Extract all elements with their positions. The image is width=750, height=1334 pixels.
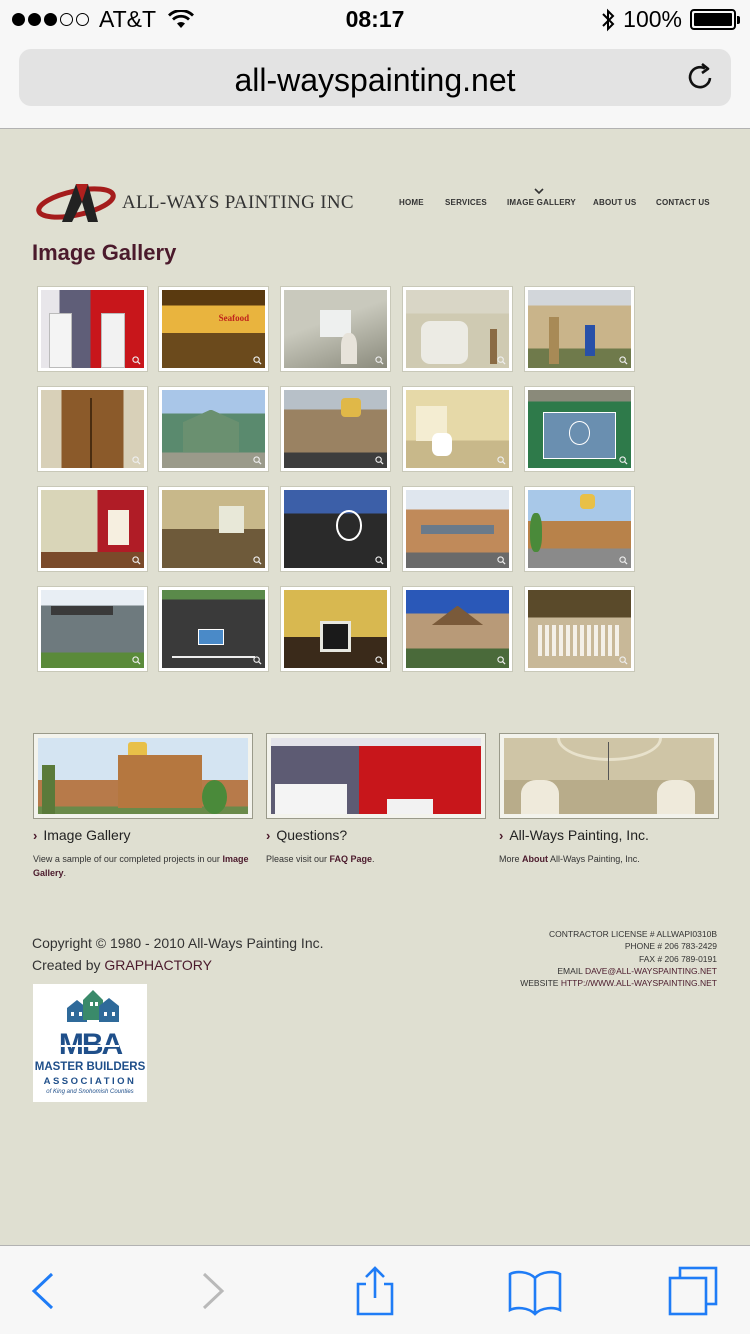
chevron-right-icon: › bbox=[266, 827, 271, 843]
feature-about[interactable]: › All-Ways Painting, Inc. More About All-… bbox=[499, 733, 719, 866]
zoom-icon bbox=[253, 656, 262, 665]
nav-home[interactable]: HOME bbox=[399, 198, 424, 207]
gallery-thumbnail[interactable] bbox=[38, 287, 147, 371]
zoom-icon bbox=[497, 456, 506, 465]
status-right: 100% bbox=[601, 6, 740, 33]
page-title: Image Gallery bbox=[32, 240, 177, 265]
zoom-icon bbox=[375, 356, 384, 365]
phone-text: PHONE # 206 783-2429 bbox=[624, 941, 717, 952]
feature-title: Questions? bbox=[276, 827, 348, 843]
svg-text:MBA: MBA bbox=[59, 1028, 123, 1061]
gallery-thumbnail[interactable] bbox=[403, 487, 512, 571]
browser-toolbar bbox=[0, 1245, 750, 1334]
feature-title: Image Gallery bbox=[43, 827, 131, 843]
feature-description: Please visit our FAQ Page. bbox=[266, 854, 375, 864]
nav-image-gallery[interactable]: IMAGE GALLERY bbox=[507, 198, 576, 207]
zoom-icon bbox=[253, 556, 262, 565]
gallery-thumbnail[interactable] bbox=[281, 587, 390, 671]
battery-icon bbox=[690, 9, 740, 30]
zoom-icon bbox=[132, 656, 141, 665]
zoom-icon bbox=[497, 556, 506, 565]
feature-description: View a sample of our completed projects … bbox=[33, 854, 249, 878]
contact-info: CONTRACTOR LICENSE # ALLWAPI0310B PHONE … bbox=[397, 928, 717, 989]
feature-title: All-Ways Painting, Inc. bbox=[509, 827, 649, 843]
gallery-thumbnail[interactable] bbox=[281, 487, 390, 571]
created-by-label: Created by bbox=[32, 957, 105, 973]
badge-line3: of King and Snohomish Counties bbox=[46, 1089, 134, 1095]
zoom-icon bbox=[253, 456, 262, 465]
zoom-icon bbox=[375, 656, 384, 665]
reload-icon[interactable] bbox=[685, 61, 717, 93]
gallery-thumbnail[interactable] bbox=[159, 487, 268, 571]
badge-line1: MASTER BUILDERS bbox=[34, 1061, 146, 1073]
chevron-right-icon: › bbox=[499, 827, 504, 843]
nav-about-us[interactable]: ABOUT US bbox=[593, 198, 636, 207]
gallery-thumbnail[interactable] bbox=[403, 287, 512, 371]
forward-icon[interactable] bbox=[186, 1266, 236, 1316]
badge-line2: ASSOCIATION bbox=[43, 1076, 137, 1087]
gallery-thumbnail[interactable] bbox=[281, 287, 390, 371]
zoom-icon bbox=[132, 456, 141, 465]
gallery-thumbnail[interactable] bbox=[403, 387, 512, 471]
bookmarks-icon[interactable] bbox=[508, 1266, 562, 1316]
gallery-thumbnail[interactable] bbox=[403, 587, 512, 671]
zoom-icon bbox=[497, 356, 506, 365]
mba-badge-logo[interactable]: MBA MASTER BUILDERS ASSOCIATION of King … bbox=[33, 984, 147, 1102]
browser-address-area: all-wayspainting.net bbox=[0, 40, 750, 129]
web-page: ALL-WAYS PAINTING INC HOME SERVICES IMAG… bbox=[0, 130, 750, 1245]
chevron-down-icon bbox=[534, 188, 544, 195]
feature-image[interactable] bbox=[266, 733, 486, 819]
graphactory-link[interactable]: GRAPHACTORY bbox=[104, 957, 212, 973]
gallery-thumbnail[interactable] bbox=[38, 387, 147, 471]
url-text[interactable]: all-wayspainting.net bbox=[19, 62, 731, 99]
zoom-icon bbox=[619, 556, 628, 565]
nav-contact-us[interactable]: CONTACT US bbox=[656, 198, 710, 207]
zoom-icon bbox=[253, 356, 262, 365]
zoom-icon bbox=[497, 656, 506, 665]
gallery-thumbnail[interactable] bbox=[525, 387, 634, 471]
share-icon[interactable] bbox=[350, 1266, 400, 1316]
feature-image[interactable] bbox=[499, 733, 719, 819]
zoom-icon bbox=[619, 456, 628, 465]
nav-services[interactable]: SERVICES bbox=[445, 198, 487, 207]
gallery-thumbnail[interactable] bbox=[281, 387, 390, 471]
feature-description: More About All-Ways Painting, Inc. bbox=[499, 854, 640, 864]
chevron-right-icon: › bbox=[33, 827, 38, 843]
gallery-thumbnail[interactable]: Seafood bbox=[159, 287, 268, 371]
gallery-thumbnail[interactable] bbox=[38, 487, 147, 571]
fax-text: FAX # 206 789-0191 bbox=[639, 953, 717, 964]
license-text: CONTRACTOR LICENSE # ALLWAPI0310B bbox=[548, 929, 717, 939]
zoom-icon bbox=[132, 356, 141, 365]
zoom-icon bbox=[375, 456, 384, 465]
zoom-icon bbox=[619, 356, 628, 365]
feature-image[interactable] bbox=[33, 733, 253, 819]
zoom-icon bbox=[375, 556, 384, 565]
bluetooth-icon bbox=[602, 8, 615, 31]
address-bar[interactable]: all-wayspainting.net bbox=[19, 49, 731, 106]
gallery-thumbnail[interactable] bbox=[525, 587, 634, 671]
email-link[interactable]: DAVE@ALL-WAYSPAINTING.NET bbox=[585, 966, 717, 976]
back-icon[interactable] bbox=[20, 1266, 70, 1316]
gallery-thumbnail[interactable] bbox=[159, 387, 268, 471]
gallery-thumbnail[interactable] bbox=[159, 587, 268, 671]
feature-image-gallery[interactable]: › Image Gallery View a sample of our comp… bbox=[33, 733, 253, 880]
battery-percent: 100% bbox=[623, 6, 682, 32]
about-link[interactable]: About bbox=[522, 854, 548, 864]
gallery-thumbnail[interactable] bbox=[525, 487, 634, 571]
copyright: Copyright © 1980 - 2010 All-Ways Paintin… bbox=[32, 932, 324, 976]
feature-questions[interactable]: › Questions? Please visit our FAQ Page. bbox=[266, 733, 486, 866]
tabs-icon[interactable] bbox=[668, 1266, 718, 1316]
main-nav: HOME SERVICES IMAGE GALLERY ABOUT US CON… bbox=[0, 198, 750, 212]
faq-page-link[interactable]: FAQ Page bbox=[330, 854, 373, 864]
gallery-thumbnail[interactable] bbox=[38, 587, 147, 671]
status-bar: AT&T 08:17 100% bbox=[0, 0, 750, 40]
copyright-text: Copyright © 1980 - 2010 All-Ways Paintin… bbox=[32, 935, 324, 951]
zoom-icon bbox=[132, 556, 141, 565]
website-link[interactable]: HTTP://WWW.ALL-WAYSPAINTING.NET bbox=[561, 978, 717, 988]
zoom-icon bbox=[619, 656, 628, 665]
gallery-thumbnail[interactable] bbox=[525, 287, 634, 371]
